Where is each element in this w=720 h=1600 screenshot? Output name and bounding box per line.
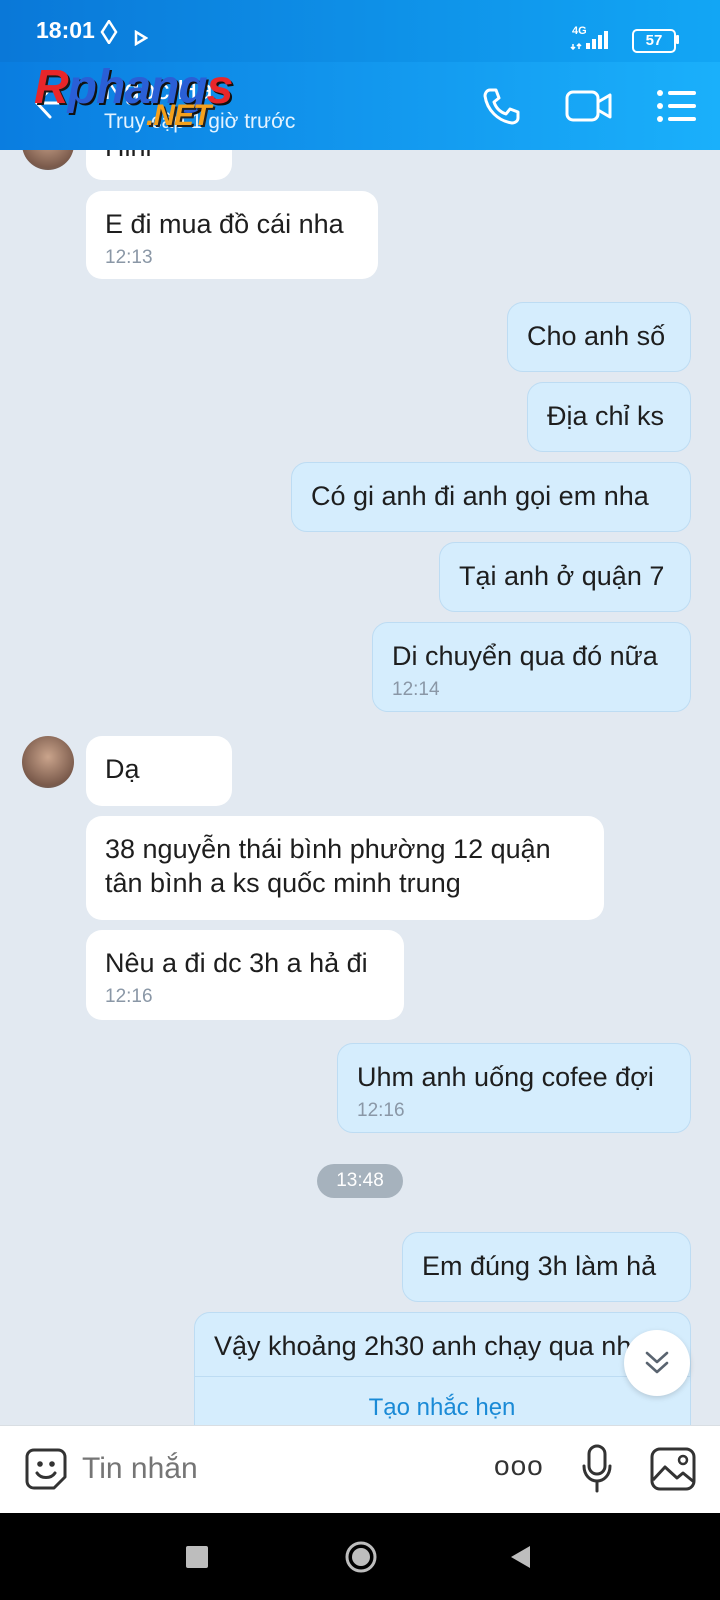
phone-icon[interactable] [481, 86, 521, 126]
home-button[interactable] [344, 1540, 378, 1574]
message-incoming[interactable]: E đi mua đồ cái nha 12:13 [86, 191, 378, 279]
message-time: 12:16 [105, 986, 153, 1007]
message-text: Di chuyển qua đó nữa [392, 641, 658, 671]
message-outgoing[interactable]: Em đúng 3h làm hả [402, 1232, 691, 1302]
menu-list-icon[interactable] [656, 88, 698, 124]
message-text: Có gi anh đi anh gọi em nha [311, 481, 649, 511]
battery-level: 57 [645, 32, 663, 49]
contact-avatar[interactable] [22, 150, 74, 170]
contact-avatar[interactable] [22, 736, 74, 788]
microphone-icon[interactable] [582, 1444, 612, 1494]
message-text: Vậy khoảng 2h30 anh chạy qua nha [214, 1331, 647, 1361]
signal-icon [570, 31, 608, 50]
message-outgoing[interactable]: Địa chỉ ks [527, 382, 691, 452]
scroll-to-bottom-button[interactable] [624, 1330, 690, 1396]
message-text: Địa chỉ ks [547, 401, 665, 431]
message-text: Nêu a đi dc 3h a hả đi [105, 948, 368, 978]
sticker-icon[interactable] [24, 1447, 68, 1491]
more-options-button[interactable]: ooo [494, 1450, 544, 1482]
message-outgoing[interactable]: Cho anh số [507, 302, 691, 372]
message-outgoing[interactable]: Di chuyển qua đó nữa 12:14 [372, 622, 691, 712]
message-incoming[interactable]: Dạ [86, 736, 232, 806]
message-text-line: tân bình a ks quốc minh trung [105, 868, 461, 898]
message-text: Em đúng 3h làm hả [422, 1251, 657, 1281]
back-button[interactable] [508, 1544, 532, 1570]
message-text: Cho anh số [527, 321, 666, 351]
last-seen-status: Truy cập 1 giờ trước [104, 110, 296, 133]
play-notification-icon [134, 30, 148, 46]
message-input-bar: ooo [0, 1425, 720, 1514]
message-incoming[interactable]: 38 nguyễn thái bình phường 12 quận tân b… [86, 816, 604, 920]
battery-tip [676, 35, 679, 44]
message-incoming[interactable]: Hihi [86, 150, 232, 180]
message-time: 12:16 [357, 1100, 405, 1121]
message-outgoing[interactable]: Có gi anh đi anh gọi em nha [291, 462, 691, 532]
chevron-double-down-icon [645, 1351, 669, 1374]
message-incoming[interactable]: Nêu a đi dc 3h a hả đi 12:16 [86, 930, 404, 1020]
message-text: E đi mua đồ cái nha [105, 209, 344, 239]
messenger-notification-icon [100, 20, 118, 44]
status-bar: 18:01 4G 57 [0, 0, 720, 62]
message-text: Dạ [105, 754, 140, 784]
message-text: Tại anh ở quận 7 [459, 561, 665, 591]
message-input[interactable] [82, 1446, 462, 1492]
battery-icon: 57 [632, 29, 676, 53]
recent-apps-button[interactable] [186, 1546, 208, 1568]
message-text-line: 38 nguyễn thái bình phường 12 quận [105, 834, 551, 864]
message-text: Hihi [105, 150, 152, 162]
image-icon[interactable] [650, 1447, 696, 1491]
system-nav-bar [0, 1513, 720, 1600]
message-list[interactable]: Hihi E đi mua đồ cái nha 12:13 Cho anh s… [0, 150, 720, 1425]
message-outgoing[interactable]: Tại anh ở quận 7 [439, 542, 691, 612]
status-time: 18:01 [36, 17, 95, 43]
message-time: 12:14 [392, 679, 440, 700]
message-text: Uhm anh uống cofee đợi [357, 1062, 654, 1092]
video-camera-icon[interactable] [565, 88, 613, 124]
message-outgoing[interactable]: Uhm anh uống cofee đợi 12:16 [337, 1043, 691, 1133]
message-time: 12:13 [105, 247, 153, 268]
create-reminder-link[interactable]: Tạo nhắc hẹn [194, 1376, 690, 1425]
contact-name[interactable]: Ngọc Hà [104, 74, 213, 106]
back-arrow-icon[interactable] [34, 86, 64, 120]
time-divider: 13:48 [317, 1164, 403, 1198]
chat-header: Ngọc Hà Truy cập 1 giờ trước Rphangs .NE… [0, 61, 720, 150]
